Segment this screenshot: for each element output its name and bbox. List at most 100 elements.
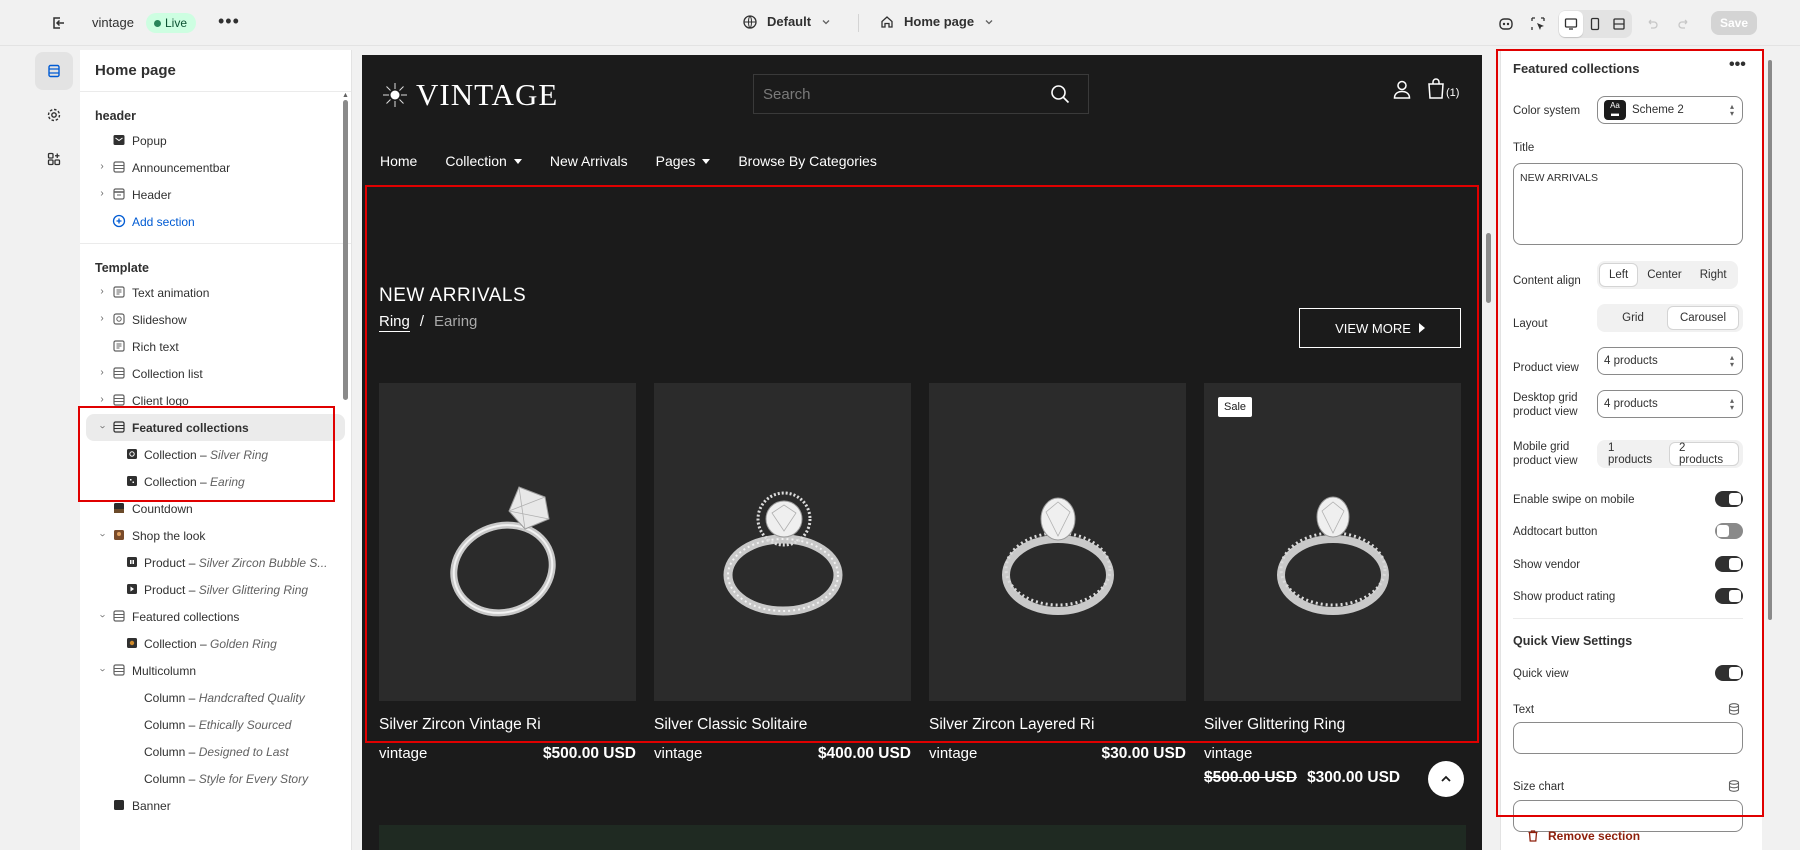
text-input[interactable] [1513, 722, 1743, 754]
panel-more-button[interactable]: ••• [1729, 56, 1746, 74]
sidebar-block-column-ethically[interactable]: Column – Ethically Sourced [80, 711, 351, 738]
sidebar-item-countdown[interactable]: Countdown [80, 495, 351, 522]
product-view-select[interactable]: 4 products ▴ ▾ [1597, 347, 1743, 375]
nav-collection[interactable]: Collection [445, 153, 522, 169]
chevron-right-icon[interactable]: › [96, 188, 108, 200]
product-name[interactable]: Silver Zircon Layered Ri [929, 716, 1186, 734]
preview-scroll-track[interactable] [1484, 55, 1492, 850]
text-input-field[interactable] [1514, 723, 1742, 753]
addtocart-toggle[interactable] [1715, 523, 1743, 539]
show-rating-toggle[interactable] [1715, 588, 1743, 604]
chevron-down-icon[interactable]: › [96, 610, 108, 622]
cart-button[interactable]: (1) [1426, 78, 1459, 99]
product-card[interactable]: Silver Zircon Layered Ri vintage $30.00 … [929, 383, 1186, 787]
chevron-down-icon[interactable]: › [96, 529, 108, 541]
ai-assistant-button[interactable] [1494, 11, 1518, 37]
sidebar-item-popup[interactable]: Popup [80, 127, 351, 154]
sidebar-block-column-style[interactable]: Column – Style for Every Story [80, 765, 351, 792]
align-center-option[interactable]: Center [1638, 263, 1691, 287]
align-left-option[interactable]: Left [1599, 263, 1639, 287]
size-chart-input-field[interactable] [1514, 801, 1742, 831]
back-to-top-button[interactable] [1428, 761, 1464, 797]
redo-button[interactable] [1672, 11, 1696, 37]
color-system-select[interactable]: Aa ▬ Scheme 2 ▴ ▾ [1597, 96, 1743, 124]
sidebar-item-featured-collections-2[interactable]: › Featured collections [80, 603, 351, 630]
chevron-down-icon[interactable]: › [96, 664, 108, 676]
sidebar-item-slideshow[interactable]: › Slideshow [80, 306, 351, 333]
tab-earing[interactable]: Earing [434, 313, 477, 332]
sidebar-scroll-up-icon[interactable]: ▲ [342, 92, 349, 99]
sidebar-item-featured-collections[interactable]: › Featured collections [86, 414, 345, 441]
dynamic-source-icon[interactable] [1727, 779, 1741, 796]
chevron-right-icon[interactable]: › [96, 367, 108, 379]
mobile-grid-1-option[interactable]: 1 products [1599, 442, 1669, 466]
sidebar-item-shop-the-look[interactable]: › Shop the look [80, 522, 351, 549]
sidebar-item-banner[interactable]: Banner [80, 792, 351, 819]
sidebar-item-client-logo[interactable]: › Client logo [80, 387, 351, 414]
product-image[interactable] [379, 383, 636, 701]
account-icon[interactable] [1392, 79, 1412, 102]
chevron-right-icon[interactable]: › [96, 161, 108, 173]
nav-home[interactable]: Home [380, 153, 417, 169]
product-image[interactable] [654, 383, 911, 701]
desktop-grid-select[interactable]: 4 products ▴ ▾ [1597, 390, 1743, 418]
product-card[interactable]: Silver Zircon Vintage Ri vintage $500.00… [379, 383, 636, 787]
sidebar-item-header[interactable]: › Header [80, 181, 351, 208]
banner-section-preview[interactable] [379, 825, 1466, 850]
sidebar-item-rich-text[interactable]: Rich text [80, 333, 351, 360]
show-vendor-toggle[interactable] [1715, 556, 1743, 572]
size-chart-input[interactable] [1513, 800, 1743, 832]
swipe-mobile-toggle[interactable] [1715, 491, 1743, 507]
view-more-button[interactable]: VIEW MORE [1299, 308, 1461, 348]
featured-collections-section[interactable]: NEW ARRIVALS Ring / Earing VIEW MORE Sil… [362, 195, 1482, 786]
nav-new-arrivals[interactable]: New Arrivals [550, 153, 628, 169]
product-card[interactable]: Sale Silver Glittering Ring vintage $500… [1204, 383, 1461, 787]
page-selector[interactable]: Home page [880, 14, 994, 29]
product-image[interactable] [929, 383, 1186, 701]
title-textarea[interactable]: NEW ARRIVALS [1513, 163, 1743, 245]
chevron-right-icon[interactable]: › [96, 313, 108, 325]
sidebar-block-column-handcrafted[interactable]: Column – Handcrafted Quality [80, 684, 351, 711]
save-button[interactable]: Save [1711, 11, 1757, 35]
theme-settings-rail-button[interactable] [35, 96, 73, 134]
sidebar-block-product-bubble[interactable]: Product – Silver Zircon Bubble S... [80, 549, 351, 576]
dynamic-source-icon[interactable] [1727, 702, 1741, 719]
undo-button[interactable] [1640, 11, 1664, 37]
sections-rail-button[interactable] [35, 52, 73, 90]
layout-grid-option[interactable]: Grid [1599, 306, 1667, 330]
add-section-button[interactable]: Add section [80, 208, 351, 235]
sidebar-item-text-animation[interactable]: › Text animation [80, 279, 351, 306]
mobile-view-button[interactable] [1583, 11, 1607, 37]
inspector-button[interactable] [1526, 11, 1550, 37]
store-name[interactable]: vintage [92, 15, 134, 30]
store-search-input[interactable] [754, 75, 1014, 113]
chevron-right-icon[interactable]: › [96, 286, 108, 298]
chevron-down-icon[interactable]: › [96, 421, 108, 433]
sidebar-scrollbar[interactable] [343, 100, 348, 400]
mobile-grid-2-option[interactable]: 2 products [1669, 442, 1739, 466]
store-logo[interactable]: VINTAGE [382, 77, 558, 113]
layout-carousel-option[interactable]: Carousel [1667, 306, 1739, 330]
chevron-right-icon[interactable]: › [96, 394, 108, 406]
product-name[interactable]: Silver Zircon Vintage Ri [379, 716, 636, 734]
product-card[interactable]: Silver Classic Solitaire vintage $400.00… [654, 383, 911, 787]
exit-icon[interactable] [50, 14, 68, 32]
desktop-view-button[interactable] [1559, 11, 1583, 37]
align-right-option[interactable]: Right [1691, 263, 1736, 287]
search-icon[interactable] [1050, 84, 1070, 107]
preview-scrollbar[interactable] [1486, 233, 1491, 303]
tab-ring[interactable]: Ring [379, 313, 410, 332]
fullwidth-view-button[interactable] [1607, 11, 1631, 37]
quick-view-toggle[interactable] [1715, 665, 1743, 681]
sidebar-item-collection-list[interactable]: › Collection list [80, 360, 351, 387]
remove-section-button[interactable]: Remove section [1526, 829, 1640, 843]
sidebar-block-collection-earing[interactable]: Collection – Earing [80, 468, 351, 495]
nav-pages[interactable]: Pages [656, 153, 711, 169]
sidebar-item-announcementbar[interactable]: › Announcementbar [80, 154, 351, 181]
panel-scrollbar[interactable] [1768, 60, 1772, 620]
apps-rail-button[interactable] [35, 140, 73, 178]
product-name[interactable]: Silver Glittering Ring [1204, 716, 1461, 734]
product-name[interactable]: Silver Classic Solitaire [654, 716, 911, 734]
sidebar-block-product-glittering[interactable]: Product – Silver Glittering Ring [80, 576, 351, 603]
sidebar-block-collection-golden-ring[interactable]: Collection – Golden Ring [80, 630, 351, 657]
